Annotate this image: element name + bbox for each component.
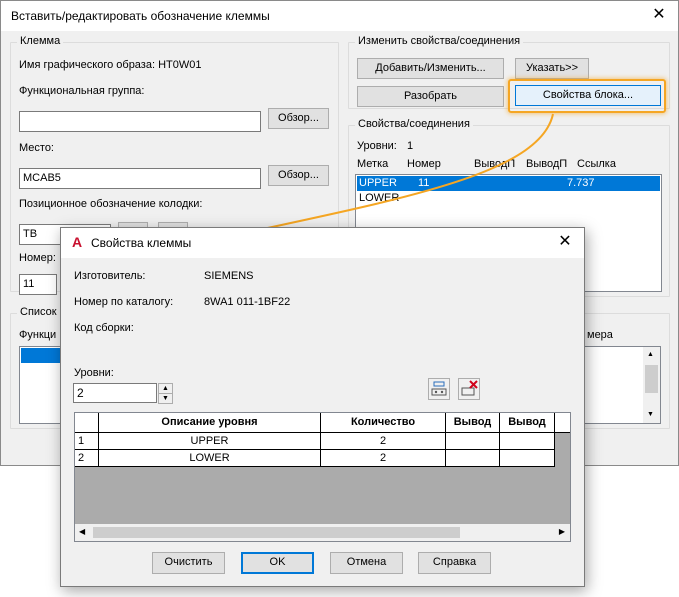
insert-level-button[interactable] [428, 378, 450, 400]
browse-location-button[interactable]: Обзор... [268, 165, 329, 186]
delete-level-icon [461, 380, 478, 396]
props-row-upper[interactable]: UPPER 11 7.737 [357, 176, 660, 191]
insert-level-icon [431, 381, 447, 396]
props-col-pin2: ВыводП [526, 158, 568, 170]
props-row-upper-label: UPPER [359, 177, 397, 189]
location-input[interactable]: MCAB5 [19, 168, 261, 189]
block-props-button[interactable]: Свойства блока... [515, 85, 661, 106]
delete-level-button[interactable] [458, 378, 480, 400]
grid-row-2-index: 2 [75, 450, 99, 467]
grid-header-quantity[interactable]: Количество [321, 413, 446, 433]
func-group-label: Функциональная группа: [19, 85, 145, 97]
levels-label: Уровни: [357, 140, 397, 152]
dialog-title: Свойства клеммы [91, 236, 192, 250]
grid-row-2-quantity[interactable]: 2 [321, 450, 446, 467]
block-name-label: Имя графического образа: HT0W01 [19, 59, 202, 71]
grid-scroll-left-icon[interactable]: ◀ [79, 527, 85, 536]
location-label: Место: [19, 142, 54, 154]
grid-row-2-pin1[interactable] [446, 450, 500, 467]
catalog-value: 8WA1 011-1BF22 [204, 296, 291, 308]
grid-row-1-description[interactable]: UPPER [99, 433, 321, 450]
grid-header-pin2[interactable]: Вывод [500, 413, 555, 433]
props-row-upper-number: 11 [418, 177, 430, 189]
props-col-number: Номер [407, 158, 441, 170]
cancel-button[interactable]: Отмена [330, 552, 403, 574]
list-column-partial-right: мера [587, 329, 613, 341]
pick-button[interactable]: Указать>> [515, 58, 589, 79]
grid-hscrollbar[interactable]: ◀ ▶ [75, 524, 570, 541]
clear-button[interactable]: Очистить [152, 552, 225, 574]
browse-func-group-button[interactable]: Обзор... [268, 108, 329, 129]
list-scroll-up-icon[interactable]: ▲ [647, 351, 654, 358]
change-props-title: Изменить свойства/соединения [355, 35, 524, 47]
number-input[interactable]: 11 [19, 274, 57, 295]
add-modify-button[interactable]: Добавить/Изменить... [357, 58, 504, 79]
manufacturer-label: Изготовитель: [74, 270, 146, 282]
props-row-lower[interactable]: LOWER [357, 191, 660, 206]
help-button[interactable]: Справка [418, 552, 491, 574]
strip-label: Позиционное обозначение колодки: [19, 198, 203, 210]
levels-down-icon[interactable]: ▼ [158, 393, 173, 404]
grid-corner [75, 413, 99, 433]
catalog-label: Номер по каталогу: [74, 296, 174, 308]
props-row-lower-label: LOWER [359, 192, 400, 204]
number-label: Номер: [19, 252, 56, 264]
props-row-upper-ref: 7.737 [567, 177, 595, 189]
grid-row-1-pin2[interactable] [500, 433, 555, 450]
grid-scroll-thumb[interactable] [93, 527, 460, 538]
dialog-titlebar: A Свойства клеммы ✕ [61, 228, 584, 258]
assembly-label: Код сборки: [74, 322, 134, 334]
autocad-logo-icon: A [71, 234, 83, 250]
levels-grid[interactable]: Описание уровня Количество Вывод Вывод 1… [74, 412, 571, 542]
list-scrollbar[interactable]: ▲ ▼ [643, 347, 660, 423]
grid-header-description[interactable]: Описание уровня [99, 413, 321, 433]
props-group-title: Свойства/соединения [355, 118, 473, 130]
terminal-props-dialog: A Свойства клеммы ✕ Изготовитель: SIEMEN… [60, 227, 585, 587]
grid-header-pin1[interactable]: Вывод [446, 413, 500, 433]
terminal-group-title: Клемма [17, 35, 64, 47]
main-close-icon[interactable]: ✕ [650, 5, 668, 25]
grid-header-extra [555, 413, 570, 433]
grid-row-2-description[interactable]: LOWER [99, 450, 321, 467]
props-col-ref: Ссылка [577, 158, 616, 170]
dialog-levels-input[interactable]: 2 [73, 383, 157, 403]
grid-row-2-pin2[interactable] [500, 450, 555, 467]
dialog-close-icon[interactable]: ✕ [556, 232, 574, 252]
props-col-label: Метка [357, 158, 389, 170]
list-column-partial: Функци [19, 329, 57, 341]
break-apart-button[interactable]: Разобрать [357, 86, 504, 107]
ok-button[interactable]: OK [241, 552, 314, 574]
grid-scroll-right-icon[interactable]: ▶ [559, 527, 565, 536]
list-scroll-thumb[interactable] [645, 365, 658, 393]
props-col-pin1: ВыводП [474, 158, 516, 170]
main-window-title: Вставить/редактировать обозначение клемм… [11, 9, 270, 23]
grid-row-1-quantity[interactable]: 2 [321, 433, 446, 450]
list-scroll-down-icon[interactable]: ▼ [647, 411, 654, 418]
func-group-input[interactable] [19, 111, 261, 132]
levels-value: 1 [407, 140, 414, 152]
main-titlebar: Вставить/редактировать обозначение клемм… [1, 1, 678, 31]
manufacturer-value: SIEMENS [204, 270, 254, 282]
grid-row-1-index: 1 [75, 433, 99, 450]
dialog-levels-label: Уровни: [74, 367, 114, 379]
grid-row-1-pin1[interactable] [446, 433, 500, 450]
